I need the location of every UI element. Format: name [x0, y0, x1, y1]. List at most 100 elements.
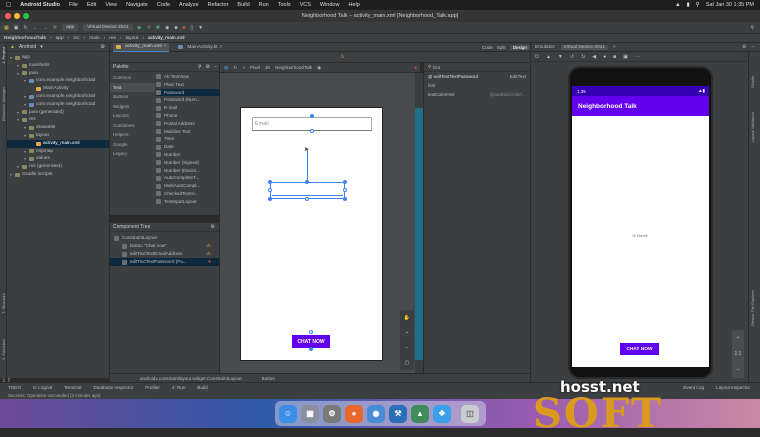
open-folder-icon[interactable]: ▦: [4, 25, 9, 31]
component-tree-item[interactable]: editTextTextPassword (Pa... ●: [110, 258, 219, 266]
palette-category[interactable]: Layouts: [110, 111, 155, 121]
menu-edit[interactable]: Edit: [87, 2, 96, 8]
component-tree-item[interactable]: editTextTextEmailAddress ⚠: [110, 250, 219, 258]
palette-item[interactable]: AutoCompleteT...: [156, 174, 220, 182]
attribute-value[interactable]: @android:color/...: [490, 92, 526, 97]
palette-category[interactable]: Common: [110, 73, 155, 83]
attribute-search[interactable]: ⚲ hint: [424, 63, 530, 72]
debug-icon[interactable]: ✱: [156, 25, 160, 31]
tree-item[interactable]: ▾ java: [7, 70, 109, 78]
code-mode-button[interactable]: Code: [482, 45, 493, 50]
pan-icon[interactable]: ✋: [404, 315, 410, 321]
menu-navigate[interactable]: Navigate: [126, 2, 148, 8]
tree-item[interactable]: ▾ com.example.neighborhood: [7, 77, 109, 85]
menu-tools[interactable]: Tools: [278, 2, 291, 8]
constraint-handle[interactable]: [310, 129, 314, 133]
breadcrumb-item[interactable]: app: [56, 36, 64, 41]
run-icon[interactable]: ▶: [138, 25, 142, 31]
device-selector[interactable]: Virtual Device 2021: [83, 24, 133, 31]
apple-icon[interactable]: : [6, 2, 11, 9]
tree-item[interactable]: ▾ layout: [7, 132, 109, 140]
profile-icon[interactable]: ◉: [165, 25, 169, 31]
tool-profiler[interactable]: Profiler: [145, 385, 160, 390]
breadcrumb-item[interactable]: res: [109, 36, 116, 41]
build-hammer-icon[interactable]: ⚒: [53, 25, 57, 31]
api-level-selector[interactable]: 30: [265, 65, 270, 70]
breadcrumb-item[interactable]: NeighborhoodTalk: [4, 36, 46, 41]
tree-item[interactable]: ▾ manifests: [7, 62, 109, 70]
project-settings-icon[interactable]: ⚙: [101, 44, 105, 50]
chat-now-button[interactable]: CHAT NOW: [620, 343, 659, 355]
zoom-out-icon[interactable]: −: [406, 345, 409, 351]
structure-tab[interactable]: 7: Structure: [1, 293, 6, 314]
search-icon[interactable]: ⚲: [198, 64, 202, 70]
menu-vcs[interactable]: VCS: [300, 2, 311, 8]
menubar-app-name[interactable]: Android Studio: [20, 2, 60, 8]
path-item[interactable]: androidx.constraintlayout.widget.Constra…: [140, 376, 242, 381]
battery-icon[interactable]: ▮: [687, 2, 690, 8]
layout-preview-screen[interactable]: [240, 107, 383, 361]
palette-category[interactable]: Widgets: [110, 102, 155, 112]
breadcrumb-item[interactable]: activity_main.xml: [148, 36, 185, 41]
constraint-handle[interactable]: [268, 188, 272, 192]
tool-database-inspector[interactable]: Database Inspector: [93, 385, 133, 390]
launchpad-icon[interactable]: ▦: [301, 404, 319, 423]
menu-help[interactable]: Help: [348, 2, 359, 8]
menu-file[interactable]: File: [69, 2, 78, 8]
project-view-selector[interactable]: Android: [19, 44, 36, 50]
tree-item[interactable]: ▾ values: [7, 155, 109, 163]
tree-item[interactable]: ▾ com.example.neighborhood: [7, 101, 109, 109]
palette-item[interactable]: Multiline Text: [156, 128, 220, 136]
firefox-icon[interactable]: ●: [345, 404, 363, 423]
resize-handle[interactable]: [343, 197, 347, 201]
home-icon[interactable]: ●: [603, 54, 606, 60]
palette-item[interactable]: Password (Num...: [156, 96, 220, 104]
sync-icon[interactable]: ↻: [23, 25, 27, 31]
tab-activity-main[interactable]: activity_main.xml ×: [113, 42, 170, 52]
gear-icon[interactable]: ⚙: [211, 224, 215, 230]
error-icon[interactable]: ●: [208, 258, 211, 266]
tool-terminal[interactable]: Terminal: [64, 385, 81, 390]
zoom-window-icon[interactable]: [23, 13, 29, 19]
palette-item[interactable]: E-mail: [156, 104, 220, 112]
favorites-tab[interactable]: 2: Favorites: [1, 339, 6, 360]
palette-category[interactable]: Google: [110, 140, 155, 150]
zoom-in-icon[interactable]: +: [737, 335, 740, 341]
menu-code[interactable]: Code: [157, 2, 170, 8]
palette-category[interactable]: Buttons: [110, 92, 155, 102]
warning-icon[interactable]: ⚠: [207, 250, 211, 258]
palette-item[interactable]: Phone: [156, 112, 220, 120]
tree-item[interactable]: activity_main.xml: [7, 139, 109, 148]
trash-icon[interactable]: ◫: [461, 404, 479, 423]
resize-handle[interactable]: [343, 180, 347, 184]
tool-logcat[interactable]: 6: Logcat: [33, 385, 52, 390]
palette-item[interactable]: TextInputLayout: [156, 198, 220, 206]
breadcrumb-item[interactable]: layout: [126, 36, 139, 41]
menu-refactor[interactable]: Refactor: [208, 2, 229, 8]
android-studio-icon[interactable]: ▲: [411, 404, 429, 423]
attribute-row[interactable]: hint: [424, 81, 530, 90]
palette-item[interactable]: Number (Signed): [156, 159, 220, 167]
menu-run[interactable]: Run: [259, 2, 269, 8]
rotate-left-icon[interactable]: ↺: [570, 54, 574, 60]
device-file-explorer-tab[interactable]: Device File Explorer: [750, 290, 755, 326]
zoom-in-icon[interactable]: +: [406, 330, 409, 336]
palette-item[interactable]: CheckedTextVi...: [156, 190, 220, 198]
search-icon[interactable]: ⚲: [696, 2, 700, 8]
overview-icon[interactable]: ■: [613, 54, 616, 60]
menu-window[interactable]: Window: [320, 2, 340, 8]
back-icon[interactable]: ←: [33, 25, 38, 31]
tool-run[interactable]: 4: Run: [172, 385, 186, 390]
chrome-icon[interactable]: ◉: [367, 404, 385, 423]
layout-validation-tab[interactable]: Layout Validation: [750, 112, 755, 142]
tree-item[interactable]: ▾ app: [7, 54, 109, 62]
module-selector[interactable]: app: [62, 24, 79, 31]
warning-icon[interactable]: ⚠: [207, 242, 211, 250]
chevron-down-icon[interactable]: ▾: [40, 44, 43, 50]
screenshot-icon[interactable]: ▣: [623, 54, 628, 60]
path-item[interactable]: Button: [262, 376, 275, 381]
palette-item[interactable]: Password: [156, 88, 220, 97]
finder-icon[interactable]: ☺: [279, 404, 297, 423]
tree-item[interactable]: ▾ mipmap: [7, 148, 109, 156]
constraint-handle[interactable]: [343, 188, 347, 192]
